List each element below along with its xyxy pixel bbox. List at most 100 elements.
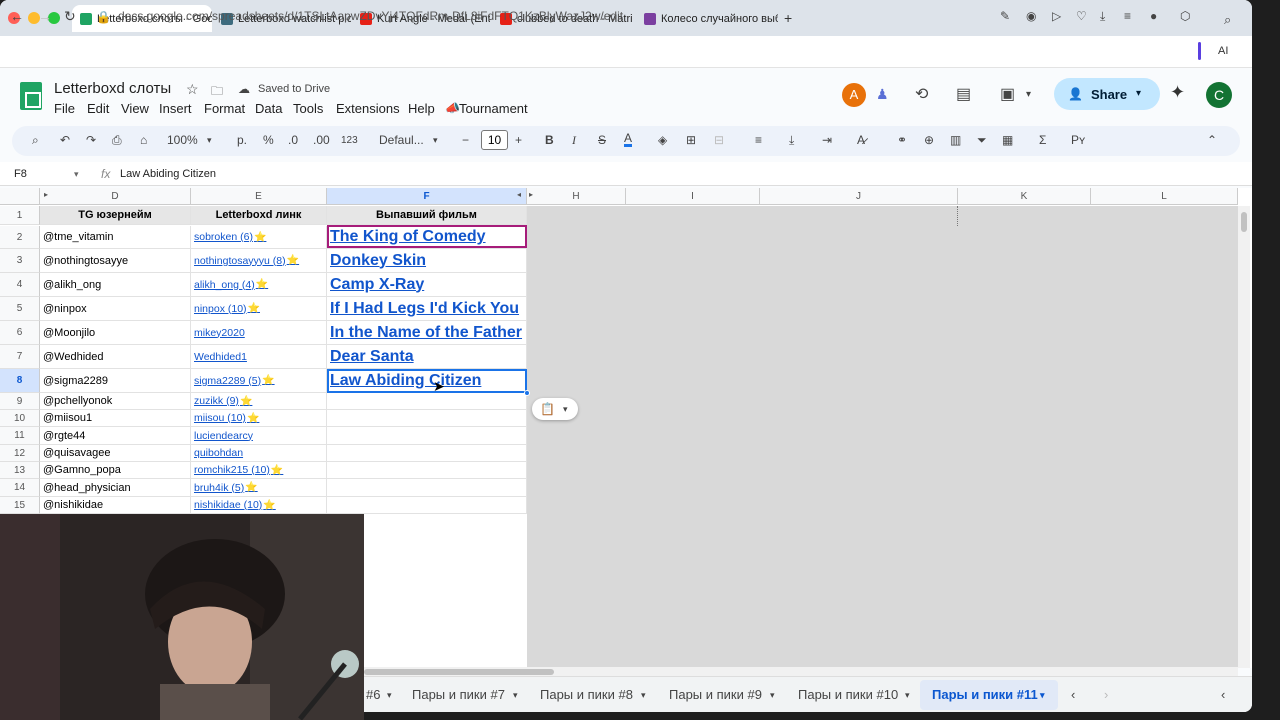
row-header-1[interactable]: 1 xyxy=(0,206,40,225)
row-header-4[interactable]: 4 xyxy=(0,273,40,297)
cell-tg-username[interactable]: @ninpox xyxy=(40,297,191,321)
column-header-f[interactable]: F xyxy=(327,188,527,205)
menu-format[interactable]: Format xyxy=(204,101,245,116)
filter-views-icon[interactable]: ▦ xyxy=(1002,133,1013,147)
insert-comment-icon[interactable]: ⊕ xyxy=(924,133,934,147)
site-info-icon[interactable]: 🔒 xyxy=(96,10,111,24)
letterboxd-link-text[interactable]: ninpox (10) xyxy=(194,303,247,315)
sheet-tab-8-menu-icon[interactable]: ▾ xyxy=(641,690,646,701)
insert-chart-icon[interactable]: ▥ xyxy=(950,133,961,147)
cell-tg-username[interactable]: @miisou1 xyxy=(40,410,191,427)
name-box-dropdown-icon[interactable]: ▾ xyxy=(74,169,79,180)
undo-icon[interactable]: ↶ xyxy=(60,133,70,147)
text-rotation-icon[interactable]: A̷ xyxy=(857,133,865,147)
letterboxd-link-text[interactable]: sigma2289 (5) xyxy=(194,375,261,387)
cell-tg-username[interactable]: @alikh_ong xyxy=(40,273,191,297)
row-header-10[interactable]: 10 xyxy=(0,410,40,427)
header-dropped-film[interactable]: Выпавший фильм xyxy=(327,206,527,225)
hidden-columns-arrow-right-icon[interactable]: ▸ xyxy=(529,190,533,199)
borders-icon[interactable]: ⊞ xyxy=(686,133,696,147)
sheet-tab-10[interactable]: Пары и пики #10 xyxy=(798,687,898,702)
row-header-5[interactable]: 5 xyxy=(0,297,40,321)
letterboxd-link-text[interactable]: bruh4ik (5) xyxy=(194,482,244,494)
filter-icon[interactable]: ⏷ xyxy=(977,133,987,148)
cell-dropped-film[interactable] xyxy=(327,479,527,497)
cell-tg-username[interactable]: @Gamno_popa xyxy=(40,462,191,479)
column-header-h[interactable]: H xyxy=(527,188,626,205)
cell-dropped-film[interactable] xyxy=(327,410,527,427)
download-icon[interactable]: ⤓ xyxy=(1100,9,1105,24)
insert-link-icon[interactable]: ⚭ xyxy=(897,133,907,147)
cell-letterboxd-link[interactable]: bruh4ik (5) ⭐ xyxy=(191,479,327,497)
side-panel-toggle-icon[interactable]: ‹ xyxy=(1221,687,1225,702)
collaborator-avatar[interactable]: A xyxy=(842,83,866,107)
cell-dropped-film[interactable] xyxy=(327,497,527,514)
currency-button[interactable]: р. xyxy=(237,133,247,147)
row-header-12[interactable]: 12 xyxy=(0,445,40,462)
hidden-columns-arrow-left-icon[interactable]: ◂ xyxy=(517,190,521,199)
cell-dropped-film[interactable]: Donkey Skin xyxy=(327,249,527,273)
star-icon[interactable]: ☆ xyxy=(186,81,199,98)
strikethrough-button[interactable]: S xyxy=(598,133,606,147)
cell-tg-username[interactable]: @sigma2289 xyxy=(40,369,191,393)
hidden-columns-left-icon[interactable]: ▸ xyxy=(44,190,48,199)
cell-tg-username[interactable]: @Moonjilo xyxy=(40,321,191,345)
menu-view[interactable]: View xyxy=(121,101,149,116)
redo-icon[interactable]: ↷ xyxy=(86,133,96,147)
row-header-15[interactable]: 15 xyxy=(0,497,40,514)
formula-input[interactable]: Law Abiding Citizen xyxy=(120,168,216,180)
functions-icon[interactable]: Σ xyxy=(1039,133,1046,147)
decrease-decimal-button[interactable]: .0 xyxy=(288,133,298,147)
cell-tg-username[interactable]: @quisavagee xyxy=(40,445,191,462)
search-menus-icon[interactable]: ⌕ xyxy=(32,133,39,148)
cell-letterboxd-link[interactable]: luciendearcy xyxy=(191,427,327,445)
font-size-input[interactable]: 10 xyxy=(481,130,508,150)
comments-icon[interactable]: ▤ xyxy=(956,84,971,104)
print-icon[interactable]: ⎙ xyxy=(112,133,122,148)
row-header-2[interactable]: 2 xyxy=(0,226,40,249)
cell-letterboxd-link[interactable]: ninpox (10) ⭐ xyxy=(191,297,327,321)
sheet-tab-7[interactable]: Пары и пики #7 xyxy=(412,687,505,702)
cell-tg-username[interactable]: @head_physician xyxy=(40,479,191,497)
profile-icon[interactable]: ● xyxy=(1150,9,1157,23)
list-icon[interactable]: ≡ xyxy=(1124,9,1131,23)
row-header-14[interactable]: 14 xyxy=(0,479,40,497)
cell-letterboxd-link[interactable]: nothingtosayyyu (8) ⭐ xyxy=(191,249,327,273)
column-header-k[interactable]: K xyxy=(958,188,1091,205)
row-header-11[interactable]: 11 xyxy=(0,427,40,445)
cell-letterboxd-link[interactable]: mikey2020 xyxy=(191,321,327,345)
tab-search-icon[interactable]: ⌕ xyxy=(1224,12,1231,28)
vertical-scrollbar[interactable] xyxy=(1238,206,1250,668)
letterboxd-link-text[interactable]: zuzikk (9) xyxy=(194,395,239,407)
menu-tournament[interactable]: Tournament xyxy=(459,101,528,116)
extension-icon[interactable]: ⬡ xyxy=(1180,9,1190,23)
cell-dropped-film[interactable] xyxy=(327,445,527,462)
cell-letterboxd-link[interactable]: sigma2289 (5) ⭐ xyxy=(191,369,327,393)
row-header-6[interactable]: 6 xyxy=(0,321,40,345)
browser-tab-5[interactable]: Колесо случайного выб xyxy=(636,5,778,32)
url-field[interactable]: docs.google.com/spreadsheets/d/1TSLtAapw… xyxy=(118,9,623,23)
share-button[interactable]: 👤 Share xyxy=(1054,78,1160,110)
sheet-tab-7-menu-icon[interactable]: ▾ xyxy=(513,690,518,701)
row-header-9[interactable]: 9 xyxy=(0,393,40,410)
forward-icon[interactable]: → xyxy=(38,8,52,24)
cell-dropped-film[interactable]: Camp X-Ray xyxy=(327,273,527,297)
input-tools-icon[interactable]: Pʏ xyxy=(1071,133,1085,147)
move-folder-icon[interactable]: 🗀 xyxy=(211,82,223,103)
header-letterboxd-link[interactable]: Letterboxd линк xyxy=(191,206,327,225)
font-dropdown-icon[interactable]: ▾ xyxy=(433,135,438,146)
percent-button[interactable]: % xyxy=(263,133,274,147)
heart-icon[interactable]: ♡ xyxy=(1076,9,1087,23)
name-box[interactable]: F8 xyxy=(14,168,27,180)
gemini-icon[interactable]: ✦ xyxy=(1170,82,1185,103)
cell-tg-username[interactable]: @rgte44 xyxy=(40,427,191,445)
cell-letterboxd-link[interactable]: alikh_ong (4) ⭐ xyxy=(191,273,327,297)
back-icon[interactable]: ← xyxy=(10,8,24,24)
letterboxd-link-text[interactable]: romchik215 (10) xyxy=(194,464,270,476)
select-all-corner[interactable] xyxy=(0,188,40,205)
zoom-select[interactable]: 100% xyxy=(167,133,198,147)
sheet-tab-6[interactable]: #6 xyxy=(366,687,380,702)
letterboxd-link-text[interactable]: sobroken (6) xyxy=(194,231,253,243)
letterboxd-link-text[interactable]: luciendearcy xyxy=(194,430,253,442)
menu-tools[interactable]: Tools xyxy=(293,101,323,116)
